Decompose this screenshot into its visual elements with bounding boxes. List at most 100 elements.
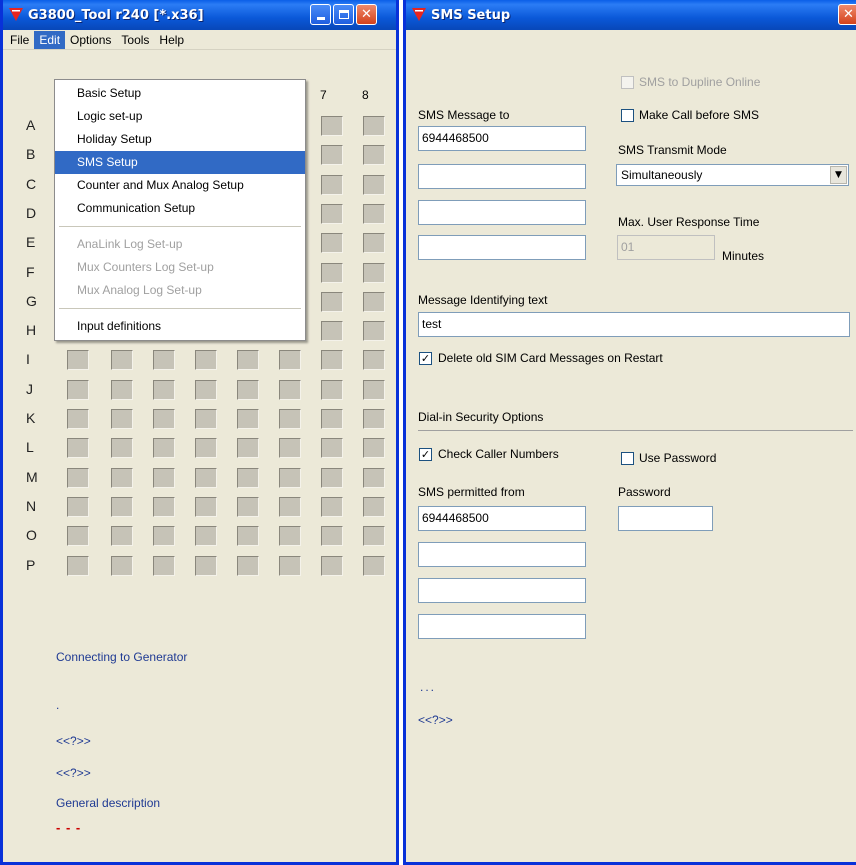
grid-cell[interactable]	[237, 350, 259, 370]
grid-cell[interactable]	[111, 497, 133, 517]
help-link[interactable]: <<?>>	[56, 766, 91, 780]
grid-cell[interactable]	[237, 556, 259, 576]
menu-item-basic-setup[interactable]: Basic Setup	[55, 82, 305, 105]
grid-cell[interactable]	[67, 380, 89, 400]
grid-cell[interactable]	[67, 350, 89, 370]
grid-cell[interactable]	[321, 468, 343, 488]
grid-cell[interactable]	[363, 233, 385, 253]
grid-cell[interactable]	[279, 409, 301, 429]
grid-cell[interactable]	[237, 468, 259, 488]
grid-cell[interactable]	[195, 497, 217, 517]
use-password-checkbox[interactable]	[621, 452, 634, 465]
grid-cell[interactable]	[363, 380, 385, 400]
grid-cell[interactable]	[67, 556, 89, 576]
grid-cell[interactable]	[195, 468, 217, 488]
grid-cell[interactable]	[153, 380, 175, 400]
grid-cell[interactable]	[363, 350, 385, 370]
maximize-button[interactable]	[333, 4, 354, 25]
sms-permitted-field[interactable]	[418, 542, 586, 567]
grid-cell[interactable]	[321, 556, 343, 576]
max-response-input[interactable]: 01	[617, 235, 715, 260]
grid-cell[interactable]	[321, 350, 343, 370]
delete-old-messages-checkbox[interactable]: ✓	[419, 352, 432, 365]
sms-help-link[interactable]: <<?>>	[418, 713, 453, 727]
grid-cell[interactable]	[237, 438, 259, 458]
sms-permitted-field[interactable]: 6944468500	[418, 506, 586, 531]
grid-cell[interactable]	[321, 233, 343, 253]
check-caller-checkbox[interactable]: ✓	[419, 448, 432, 461]
transmit-mode-select[interactable]: Simultaneously ▼	[616, 164, 849, 186]
grid-cell[interactable]	[195, 556, 217, 576]
grid-cell[interactable]	[195, 409, 217, 429]
grid-cell[interactable]	[321, 438, 343, 458]
general-description-link[interactable]: General description	[56, 796, 160, 810]
grid-cell[interactable]	[237, 380, 259, 400]
grid-cell[interactable]	[363, 409, 385, 429]
grid-cell[interactable]	[321, 175, 343, 195]
menu-item-input-definitions[interactable]: Input definitions	[55, 315, 305, 338]
grid-cell[interactable]	[195, 526, 217, 546]
grid-cell[interactable]	[363, 438, 385, 458]
grid-cell[interactable]	[321, 380, 343, 400]
grid-cell[interactable]	[279, 556, 301, 576]
message-text-input[interactable]: test	[418, 312, 850, 337]
grid-cell[interactable]	[111, 526, 133, 546]
grid-cell[interactable]	[111, 409, 133, 429]
grid-cell[interactable]	[279, 438, 301, 458]
grid-cell[interactable]	[321, 497, 343, 517]
sms-message-to-field[interactable]	[418, 235, 586, 260]
grid-cell[interactable]	[153, 497, 175, 517]
grid-cell[interactable]	[67, 438, 89, 458]
sms-titlebar[interactable]: SMS Setup	[406, 0, 856, 30]
grid-cell[interactable]	[363, 497, 385, 517]
grid-cell[interactable]	[321, 145, 343, 165]
grid-cell[interactable]	[363, 526, 385, 546]
sms-permitted-field[interactable]	[418, 578, 586, 603]
menu-options[interactable]: Options	[65, 31, 116, 49]
grid-cell[interactable]	[279, 350, 301, 370]
sms-message-to-field[interactable]	[418, 200, 586, 225]
grid-cell[interactable]	[153, 409, 175, 429]
sms-message-to-field[interactable]	[418, 164, 586, 189]
grid-cell[interactable]	[321, 526, 343, 546]
sms-close-button[interactable]: ✕	[838, 4, 856, 25]
grid-cell[interactable]	[321, 263, 343, 283]
grid-cell[interactable]	[363, 468, 385, 488]
grid-cell[interactable]	[195, 380, 217, 400]
grid-cell[interactable]	[321, 292, 343, 312]
grid-cell[interactable]	[279, 526, 301, 546]
grid-cell[interactable]	[67, 497, 89, 517]
grid-cell[interactable]	[111, 350, 133, 370]
grid-cell[interactable]	[321, 204, 343, 224]
menu-item-holiday-setup[interactable]: Holiday Setup	[55, 128, 305, 151]
grid-cell[interactable]	[321, 321, 343, 341]
grid-cell[interactable]	[363, 556, 385, 576]
minimize-button[interactable]	[310, 4, 331, 25]
grid-cell[interactable]	[67, 409, 89, 429]
grid-cell[interactable]	[237, 409, 259, 429]
menu-edit[interactable]: Edit	[34, 30, 66, 49]
menu-item-counter-and-mux-analog-setup[interactable]: Counter and Mux Analog Setup	[55, 174, 305, 197]
grid-cell[interactable]	[153, 468, 175, 488]
grid-cell[interactable]	[237, 497, 259, 517]
grid-cell[interactable]	[363, 263, 385, 283]
grid-cell[interactable]	[363, 145, 385, 165]
grid-cell[interactable]	[111, 438, 133, 458]
grid-cell[interactable]	[321, 409, 343, 429]
grid-cell[interactable]	[153, 556, 175, 576]
close-button[interactable]: ✕	[356, 4, 377, 25]
grid-cell[interactable]	[363, 292, 385, 312]
menu-file[interactable]: File	[5, 31, 34, 49]
grid-cell[interactable]	[111, 468, 133, 488]
sms-to-dupline-checkbox[interactable]	[621, 76, 634, 89]
grid-cell[interactable]	[195, 350, 217, 370]
grid-cell[interactable]	[237, 526, 259, 546]
menu-item-sms-setup[interactable]: SMS Setup	[55, 151, 305, 174]
grid-cell[interactable]	[363, 321, 385, 341]
grid-cell[interactable]	[321, 116, 343, 136]
grid-cell[interactable]	[195, 438, 217, 458]
grid-cell[interactable]	[111, 380, 133, 400]
password-input[interactable]	[618, 506, 713, 531]
menu-item-logic-set-up[interactable]: Logic set-up	[55, 105, 305, 128]
grid-cell[interactable]	[363, 175, 385, 195]
